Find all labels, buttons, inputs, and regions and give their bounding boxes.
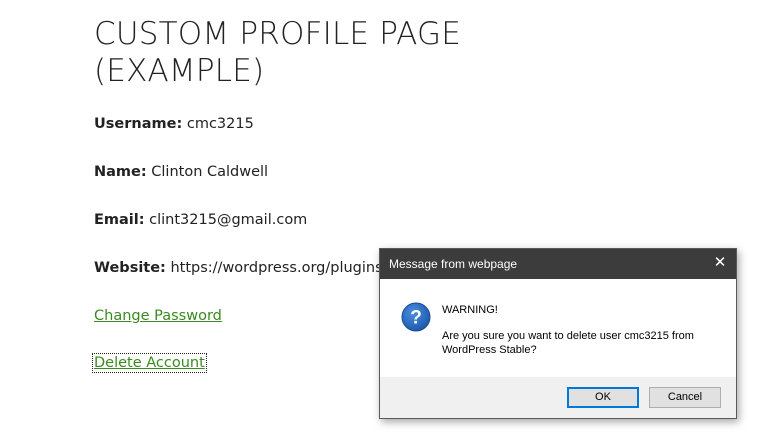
email-label: Email: <box>94 212 145 228</box>
website-value: https://wordpress.org/plugins/ <box>170 260 388 276</box>
username-label: Username: <box>94 116 183 132</box>
username-field: Username: cmc3215 <box>94 116 254 132</box>
ok-button[interactable]: OK <box>567 387 639 408</box>
username-value: cmc3215 <box>186 116 254 132</box>
name-value: Clinton Caldwell <box>151 164 269 180</box>
dialog-title: Message from webpage <box>389 257 518 271</box>
dialog-footer: OK Cancel <box>380 377 736 418</box>
name-label: Name: <box>94 164 147 180</box>
name-field: Name: Clinton Caldwell <box>94 164 268 180</box>
page-title: CUSTOM PROFILE PAGE (EXAMPLE) <box>94 16 462 89</box>
close-icon[interactable]: ✕ <box>710 253 730 273</box>
cancel-button[interactable]: Cancel <box>649 387 721 408</box>
dialog-warning-text: WARNING! <box>442 304 498 316</box>
delete-account-link[interactable]: Delete Account <box>92 353 207 373</box>
svg-text:?: ? <box>410 308 422 329</box>
email-field: Email: clint3215@gmail.com <box>94 212 307 228</box>
website-label: Website: <box>94 260 166 276</box>
website-field: Website: https://wordpress.org/plugins/ <box>94 260 388 276</box>
change-password-link[interactable]: Change Password <box>94 308 222 324</box>
dialog-question-text: Are you sure you want to delete user cmc… <box>442 330 694 356</box>
confirm-dialog: Message from webpage ✕ ? WARNING! Are yo… <box>379 248 737 419</box>
question-icon: ? <box>401 302 431 332</box>
profile-page: CUSTOM PROFILE PAGE (EXAMPLE) Username: … <box>0 0 781 447</box>
dialog-titlebar[interactable]: Message from webpage ✕ <box>380 249 736 279</box>
dialog-body: ? WARNING! Are you sure you want to dele… <box>380 279 736 377</box>
email-value: clint3215@gmail.com <box>149 212 308 228</box>
